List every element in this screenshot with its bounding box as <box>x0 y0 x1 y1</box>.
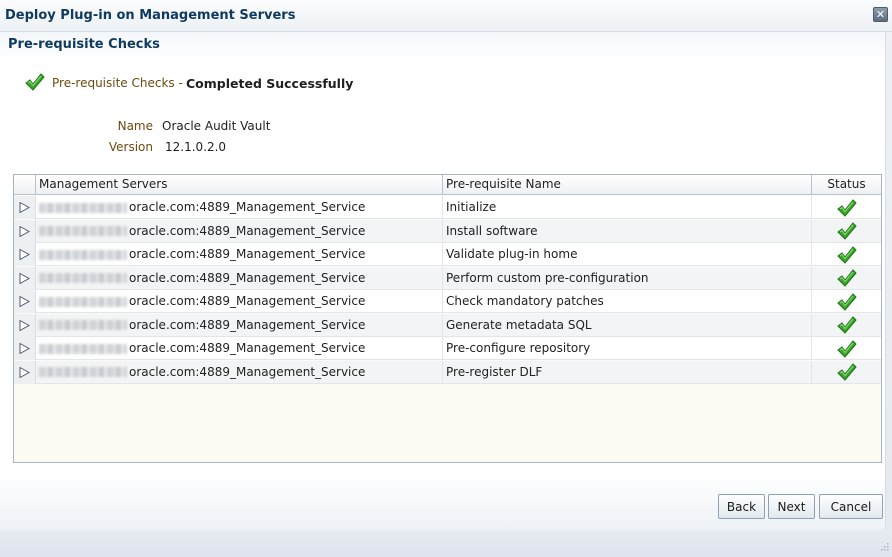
dialog-titlebar: Deploy Plug-in on Management Servers ✕ <box>0 0 892 32</box>
table-row[interactable]: oracle.com:4889_Management_Service Perfor… <box>14 266 881 290</box>
expand-triangle-icon[interactable] <box>14 313 36 337</box>
prereq-panel: Pre-requisite Checks Pre-requisite Check… <box>0 32 886 530</box>
cell-management-server: oracle.com:4889_Management_Service <box>36 266 443 290</box>
cell-management-server: oracle.com:4889_Management_Service <box>36 196 443 219</box>
redacted-hostname <box>39 249 127 260</box>
cell-status <box>812 196 881 219</box>
table-row[interactable]: oracle.com:4889_Management_Service Pre-re… <box>14 360 881 384</box>
table-row[interactable]: oracle.com:4889_Management_Service Genera… <box>14 313 881 337</box>
cell-status <box>812 361 881 384</box>
table-row[interactable]: oracle.com:4889_Management_Service Pre-co… <box>14 337 881 360</box>
expand-triangle-icon[interactable] <box>14 196 36 219</box>
redacted-hostname <box>39 202 127 213</box>
checkmark-icon <box>25 73 45 91</box>
cell-prereq-name: Perform custom pre-configuration <box>443 266 812 290</box>
expand-triangle-icon[interactable] <box>14 266 36 290</box>
expand-triangle-icon[interactable] <box>14 337 36 360</box>
cell-management-server: oracle.com:4889_Management_Service <box>36 337 443 360</box>
dialog-title: Deploy Plug-in on Management Servers <box>5 8 296 23</box>
redacted-hostname <box>39 273 127 283</box>
redacted-hostname <box>39 226 127 236</box>
redacted-hostname <box>39 343 127 354</box>
resize-grip-icon[interactable] <box>879 540 889 554</box>
redacted-hostname <box>39 296 127 307</box>
expand-triangle-icon[interactable] <box>14 290 36 313</box>
close-icon[interactable]: ✕ <box>873 7 888 22</box>
redacted-hostname <box>39 320 127 330</box>
cell-management-server: oracle.com:4889_Management_Service <box>36 243 443 266</box>
checkmark-icon <box>836 245 857 264</box>
table-row[interactable]: oracle.com:4889_Management_Service Check … <box>14 290 881 313</box>
cell-prereq-name: Validate plug-in home <box>443 243 812 266</box>
checkmark-icon <box>836 339 857 358</box>
checkmark-icon <box>836 222 857 240</box>
server-text: oracle.com:4889_Management_Service <box>129 341 366 355</box>
table-row[interactable]: oracle.com:4889_Management_Service Initia… <box>14 196 881 219</box>
server-text: oracle.com:4889_Management_Service <box>129 223 366 238</box>
cell-prereq-name: Pre-register DLF <box>443 360 812 384</box>
server-text: oracle.com:4889_Management_Service <box>129 364 366 379</box>
header-spacer <box>14 175 36 195</box>
cell-management-server: oracle.com:4889_Management_Service <box>36 290 443 313</box>
cell-status <box>812 220 881 243</box>
cell-status <box>812 314 881 337</box>
redacted-hostname <box>39 367 127 377</box>
server-text: oracle.com:4889_Management_Service <box>129 200 366 214</box>
expand-triangle-icon[interactable] <box>14 243 36 266</box>
table-row[interactable]: oracle.com:4889_Management_Service Valida… <box>14 243 881 266</box>
cell-prereq-name: Initialize <box>443 196 812 219</box>
expand-triangle-icon[interactable] <box>14 360 36 384</box>
server-text: oracle.com:4889_Management_Service <box>129 270 366 285</box>
version-value: 12.1.0.2.0 <box>165 140 227 154</box>
server-text: oracle.com:4889_Management_Service <box>129 247 366 261</box>
checkmark-icon <box>836 198 857 217</box>
column-management-servers[interactable]: Management Servers <box>36 175 443 195</box>
cancel-button[interactable]: Cancel <box>819 494 883 519</box>
cell-status <box>812 267 881 290</box>
next-button[interactable]: Next <box>768 494 815 519</box>
column-status[interactable]: Status <box>812 175 881 195</box>
cell-status <box>812 337 881 360</box>
cell-prereq-name: Generate metadata SQL <box>443 313 812 337</box>
server-text: oracle.com:4889_Management_Service <box>129 294 366 308</box>
section-title: Pre-requisite Checks <box>8 37 160 52</box>
checkmark-icon <box>836 363 857 381</box>
summary-prefix: Pre-requisite Checks - <box>52 76 183 90</box>
table-header: Management Servers Pre-requisite Name St… <box>14 175 881 195</box>
cell-management-server: oracle.com:4889_Management_Service <box>36 360 443 384</box>
checkmark-icon <box>836 292 857 311</box>
footer-strip <box>0 530 892 557</box>
cell-prereq-name: Install software <box>443 219 812 243</box>
checkmark-icon <box>836 316 857 334</box>
cell-prereq-name: Pre-configure repository <box>443 337 812 360</box>
cell-management-server: oracle.com:4889_Management_Service <box>36 219 443 243</box>
deploy-plugin-dialog: Deploy Plug-in on Management Servers ✕ P… <box>0 0 892 557</box>
cell-status <box>812 243 881 266</box>
cell-prereq-name: Check mandatory patches <box>443 290 812 313</box>
back-button[interactable]: Back <box>718 494 765 519</box>
expand-triangle-icon[interactable] <box>14 219 36 243</box>
summary-status-value: Completed Successfully <box>186 76 354 91</box>
checkmark-icon <box>836 269 857 287</box>
column-prereq-name[interactable]: Pre-requisite Name <box>443 175 812 195</box>
cell-status <box>812 290 881 313</box>
server-text: oracle.com:4889_Management_Service <box>129 317 366 332</box>
version-label: Version <box>108 140 153 154</box>
name-value: Oracle Audit Vault <box>162 119 271 133</box>
cell-management-server: oracle.com:4889_Management_Service <box>36 313 443 337</box>
name-label: Name <box>117 119 153 133</box>
table-row[interactable]: oracle.com:4889_Management_Service Instal… <box>14 219 881 243</box>
prereq-table: Management Servers Pre-requisite Name St… <box>13 174 882 463</box>
